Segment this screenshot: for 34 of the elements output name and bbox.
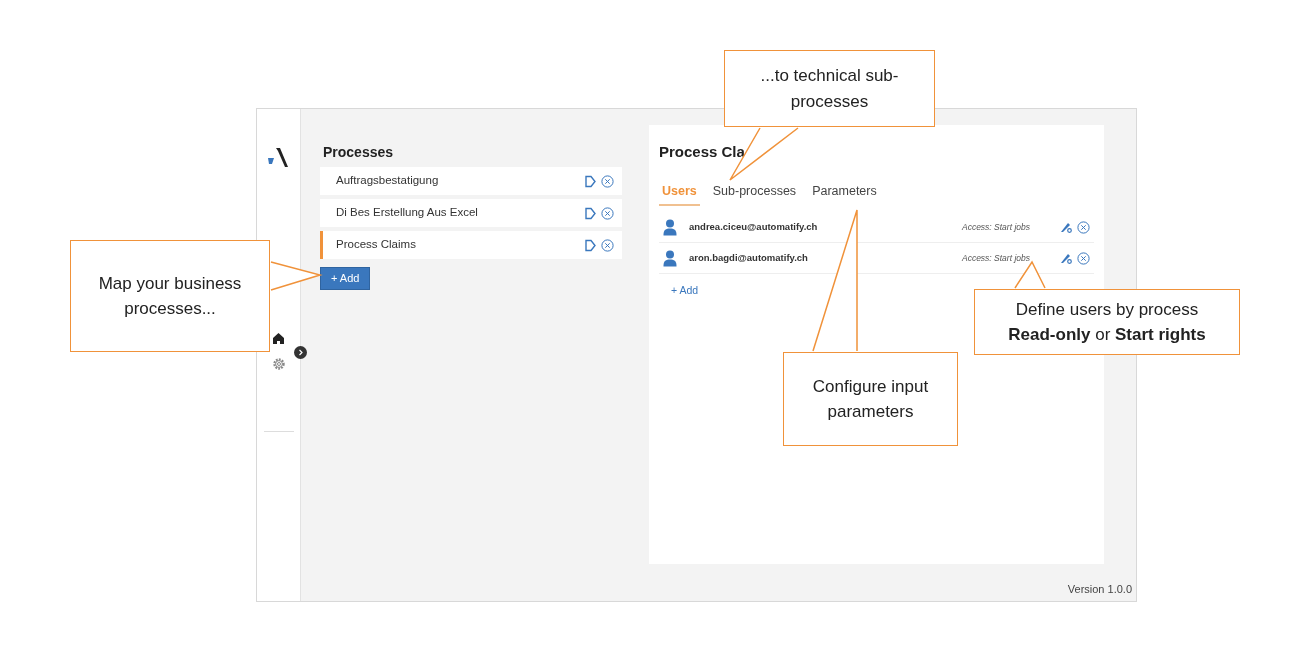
process-item[interactable]: Auftragsbestatigung [320, 167, 622, 195]
edit-user-icon[interactable] [1060, 252, 1072, 265]
add-user-link[interactable]: + Add [671, 283, 699, 299]
access-label: Access: Start jobs [961, 251, 1030, 265]
process-item[interactable]: Process Claims [320, 231, 622, 259]
user-avatar-icon [663, 249, 677, 267]
version-label: Version 1.0.0 [1067, 581, 1132, 597]
user-email: andrea.ciceu@automatify.ch [689, 220, 819, 235]
callout-text: Map your business processes... [70, 240, 270, 352]
logo-icon [267, 147, 290, 167]
access-label: Access: Start jobs [961, 220, 1030, 234]
user-avatar-icon [663, 218, 677, 236]
user-email: aron.bagdi@automatify.ch [689, 251, 809, 266]
callout-text: Configure input parameters [783, 352, 958, 446]
edit-user-icon[interactable] [1060, 221, 1072, 234]
section-title: Processes [323, 143, 395, 162]
callout-text: ...to technical sub- processes [724, 50, 935, 127]
chevron-icon [297, 349, 304, 356]
edit-icon[interactable] [584, 174, 597, 188]
home-icon[interactable] [272, 332, 285, 345]
remove-icon[interactable] [601, 206, 614, 220]
tab[interactable]: Sub-processes [709, 181, 800, 207]
process-item[interactable]: Di Bes Erstellung Aus Excel [320, 199, 622, 227]
remove-icon[interactable] [601, 238, 614, 252]
remove-icon[interactable] [601, 174, 614, 188]
settings-icon[interactable] [271, 357, 286, 371]
remove-icon[interactable] [1077, 251, 1090, 265]
edit-icon[interactable] [584, 206, 597, 220]
callout-text: Define users by process Read-only or Start rights [974, 289, 1240, 355]
remove-icon[interactable] [1077, 220, 1090, 234]
add-button[interactable]: + Add [320, 267, 371, 290]
panel-title: Process Cla [659, 142, 746, 162]
tab[interactable]: Parameters [809, 181, 880, 207]
edit-icon[interactable] [584, 238, 597, 252]
